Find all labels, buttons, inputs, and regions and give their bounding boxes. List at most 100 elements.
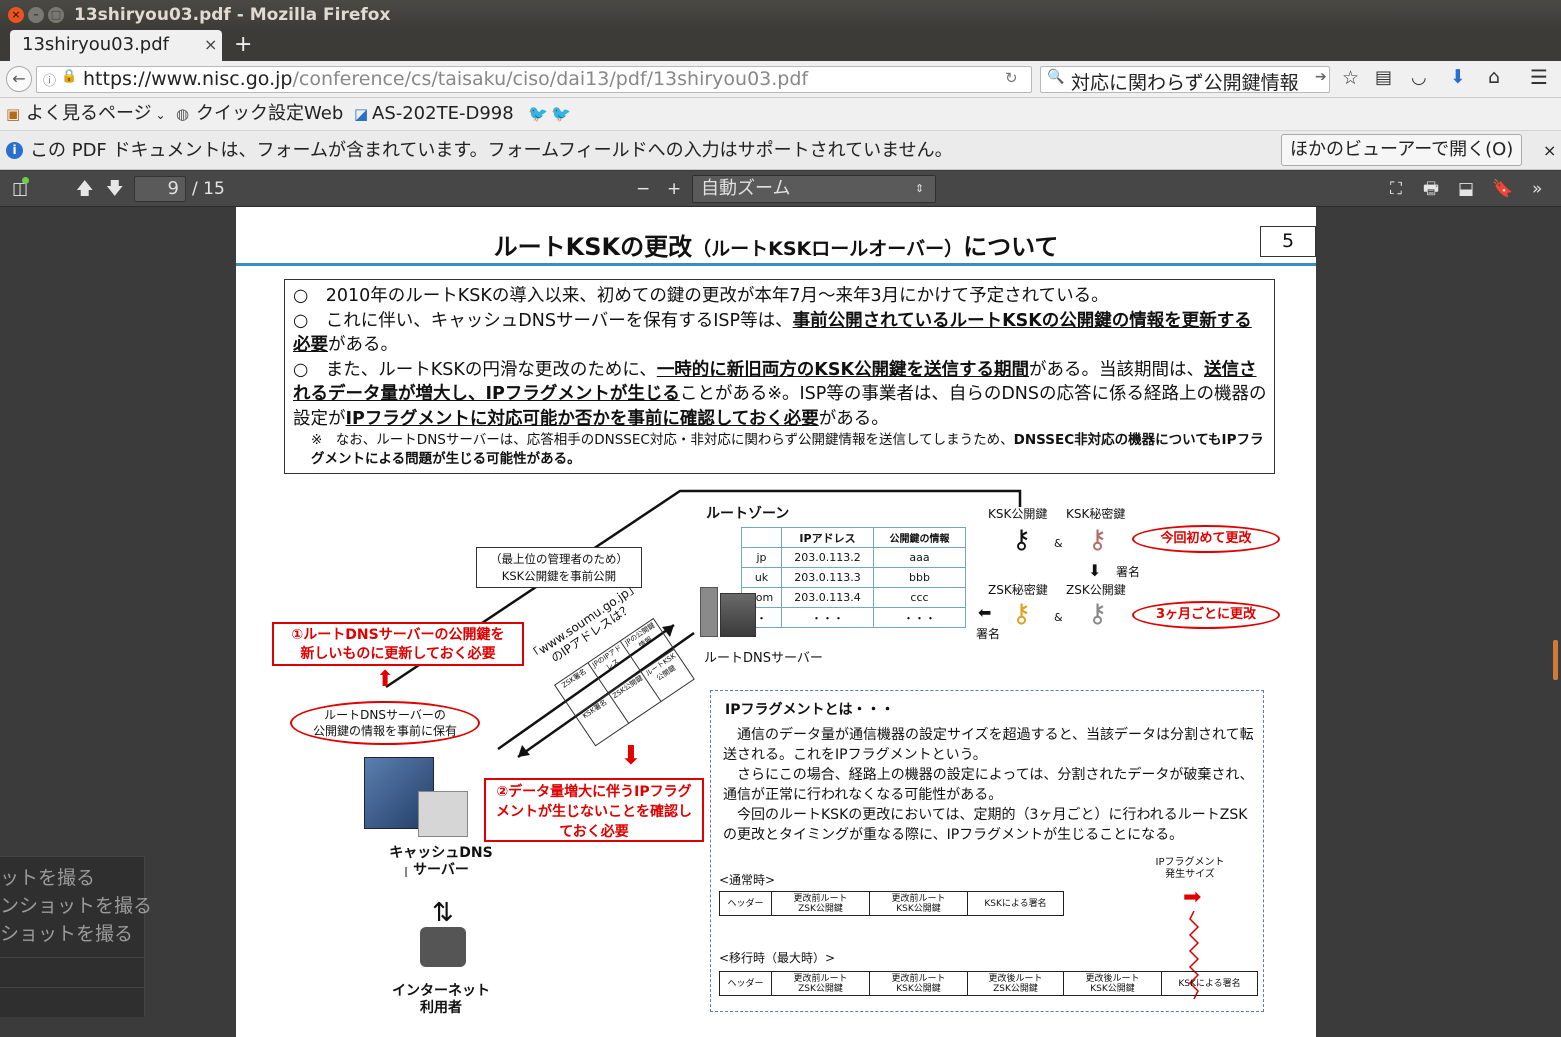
zsk-public-key-icon: ⚷	[1088, 599, 1108, 629]
back-button[interactable]: ←	[6, 66, 32, 92]
downloads-icon[interactable]: ⬇	[1450, 66, 1466, 88]
bullet-1: ○ 2010年のルートKSKの導入以来、初めての鍵の更改が本年7月～来年3月にか…	[293, 286, 1109, 306]
twitter-icon-2[interactable]: 🐦	[551, 98, 571, 130]
search-go-icon[interactable]: ➔	[1315, 69, 1327, 85]
pdf-form-notice: i この PDF ドキュメントは、フォームが含まれています。フォームフィールドへ…	[0, 130, 1561, 170]
packet-cell: 更改前ルート ZSK公開鍵	[771, 971, 870, 996]
amp-2: &	[1054, 611, 1063, 624]
doc-title: ルートKSKの更改（ルートKSKロールオーバー）について	[493, 233, 1059, 261]
bookmarks-toolbar: ▣ よく見るページ ⌄ ◍ クイック設定Web ◪ AS-202TE-D998 …	[0, 98, 1561, 130]
root-zone-table: IPアドレス 公開鍵の情報 jp 203.0.113.2 aaa uk 203.0.11…	[741, 527, 966, 628]
zoom-value: 自動ズーム	[701, 178, 791, 199]
red-up-arrow-icon: ⬆	[376, 667, 395, 692]
pre-hold-ellipse: ルートDNSサーバーの 公開鍵の情報を事前に保有	[290, 701, 480, 745]
minimize-window-icon[interactable]: –	[28, 7, 44, 23]
ksk-public-label: KSK公開鍵	[988, 507, 1048, 521]
download-icon[interactable]: ⬓	[1458, 171, 1474, 207]
server-rack-icon	[700, 587, 718, 637]
packet-cell: 更改後ルート KSK公開鍵	[1063, 971, 1162, 996]
note: ※ なお、ルートDNSサーバーは、応答相手のDNSSEC対応・非対応に関わらず公…	[311, 432, 1264, 467]
zoom-in-button[interactable]: +	[667, 171, 681, 207]
tab-close-icon[interactable]: ×	[204, 30, 217, 60]
tab-pdf[interactable]: 13shiryou03.pdf ×	[10, 30, 222, 61]
notice-close-icon[interactable]: ×	[1543, 131, 1556, 171]
url-text: https://www.nisc.go.jp/conference/cs/tai…	[83, 68, 809, 90]
zoom-out-button[interactable]: −	[636, 171, 650, 207]
next-page-icon[interactable]: 🡇	[106, 171, 123, 207]
table-row: com 203.0.113.4 ccc	[741, 587, 966, 608]
root-zone-label: ルートゾーン	[706, 506, 790, 522]
select-arrow-icon: ⇕	[915, 182, 925, 195]
packet-cell: ヘッダー	[719, 891, 772, 916]
window-titlebar: × – □ 13shiryou03.pdf - Mozilla Firefox	[0, 0, 1561, 30]
navigation-toolbar: ← ⓘ 🔒 https://www.nisc.go.jp/conference/…	[0, 61, 1561, 98]
reload-icon[interactable]: ↻	[1005, 69, 1018, 87]
twitter-icon[interactable]: 🐦	[528, 98, 548, 130]
print-icon[interactable]: 🖶	[1423, 171, 1439, 207]
packet-cell: 更改前ルート ZSK公開鍵	[771, 891, 870, 916]
normal-label: <通常時>	[719, 873, 776, 887]
menu-item[interactable]: ットを撮る	[0, 863, 95, 890]
ksk-private-key-icon: ⚷	[1088, 525, 1108, 555]
pre-publish-label: （最上位の管理者のため） KSK公開鍵を事前公開	[476, 547, 642, 588]
bookmark-frequent[interactable]: よく見るページ ⌄	[26, 98, 166, 131]
bookmark-router[interactable]: AS-202TE-D998	[372, 98, 514, 130]
packet-cell: KSKによる署名	[967, 891, 1064, 916]
globe-icon: ◍	[176, 105, 190, 123]
svg-text:⇅: ⇅	[432, 898, 454, 928]
internet-user-label: インターネット 利用者	[392, 983, 490, 1016]
home-icon[interactable]: ⌂	[1488, 66, 1500, 88]
menu-icon[interactable]: ☰	[1530, 65, 1548, 89]
search-value: 対応に関わらず公開鍵情報	[1071, 72, 1299, 93]
pocket-icon[interactable]: ◡	[1411, 67, 1427, 88]
packet-cell: KSKによる署名	[1161, 971, 1258, 996]
info-icon[interactable]: ⓘ	[43, 70, 56, 89]
menu-item[interactable]: ショットを撮る	[0, 919, 133, 946]
table-header-key: 公開鍵の情報	[873, 527, 966, 548]
ipfrag-box: IPフラグメントとは・・・ 通信のデータ量が通信機器の設定サイズを超過すると、当…	[710, 690, 1264, 1012]
new-tab-button[interactable]: +	[234, 30, 252, 60]
info-icon: i	[6, 142, 23, 159]
ipfrag-heading: IPフラグメントとは・・・	[725, 702, 895, 718]
close-window-icon[interactable]: ×	[8, 7, 24, 23]
previous-page-icon[interactable]: 🡅	[76, 171, 93, 207]
menu-item[interactable]: ンショットを撮る	[0, 891, 152, 918]
url-bar[interactable]: ⓘ 🔒 https://www.nisc.go.jp/conference/cs…	[36, 66, 1032, 93]
search-input[interactable]: 🔍 対応に関わらず公開鍵情報 ➔	[1040, 66, 1330, 93]
lock-icon: 🔒	[61, 69, 78, 84]
zsk-private-key-icon: ⚷	[1012, 599, 1032, 629]
page-number-input[interactable]: 9	[134, 176, 186, 202]
root-dns-server-label: ルートDNSサーバー	[704, 651, 823, 666]
tools-icon[interactable]: »	[1532, 171, 1542, 207]
frag-size-label: IPフラグメント 発生サイズ	[1155, 857, 1225, 880]
table-row: uk 203.0.113.3 bbb	[741, 567, 966, 588]
open-other-viewer-button[interactable]: ほかのビューアーで開く(O)	[1281, 134, 1523, 166]
bookmark-view-icon[interactable]: 🔖	[1492, 171, 1513, 207]
summary-box: ○ 2010年のルートKSKの導入以来、初めての鍵の更改が本年7月～来年3月にか…	[284, 279, 1275, 474]
title-rule	[236, 263, 1316, 266]
first-change-ellipse: 今回初めて更改	[1132, 525, 1280, 553]
red-down-arrow-icon: ⬇	[620, 741, 642, 771]
bullet-3: ○ また、ルートKSKの円滑な更改のために、一時的に新旧両方のKSK公開鍵を送信…	[293, 359, 1267, 429]
user-icon	[420, 927, 466, 967]
attention-dot	[22, 177, 29, 184]
transition-packet: ヘッダー 更改前ルート ZSK公開鍵 更改前ルート KSK公開鍵 更改後ルート …	[719, 971, 1258, 996]
notice-text: この PDF ドキュメントは、フォームが含まれています。フォームフィールドへの入…	[30, 140, 953, 161]
bookmark-star-icon[interactable]: ☆	[1342, 67, 1359, 89]
pdf-page: ルートKSKの更改（ルートKSKロールオーバー）について 5 ○ 2010年のル…	[236, 207, 1316, 1037]
server-icon	[720, 593, 756, 637]
packet-cell: 更改前ルート KSK公開鍵	[869, 891, 968, 916]
folder-icon: ▣	[6, 105, 21, 123]
maximize-window-icon[interactable]: □	[48, 7, 64, 23]
ipfrag-p3: 今回のルートKSKの更改においては、定期的（3ヶ月ごと）に行われるルートZSKの…	[723, 807, 1248, 843]
sign-label-1: 署名	[1116, 565, 1141, 579]
scrollbar-thumb[interactable]	[1553, 640, 1558, 680]
bookmark-quick-settings[interactable]: クイック設定Web	[196, 98, 343, 130]
frag-arrow-icon: ➡	[1183, 885, 1202, 910]
reading-list-icon[interactable]: ▤	[1375, 67, 1392, 88]
search-icon: 🔍	[1047, 69, 1065, 85]
callout-2: ②データ量増大に伴うIPフラグメントが生じないことを確認しておく必要	[484, 778, 704, 842]
down-arrow-icon: ⬇	[1088, 561, 1102, 580]
zoom-select[interactable]: 自動ズーム ⇕	[692, 175, 936, 203]
presentation-mode-icon[interactable]: ⛶	[1390, 171, 1402, 207]
